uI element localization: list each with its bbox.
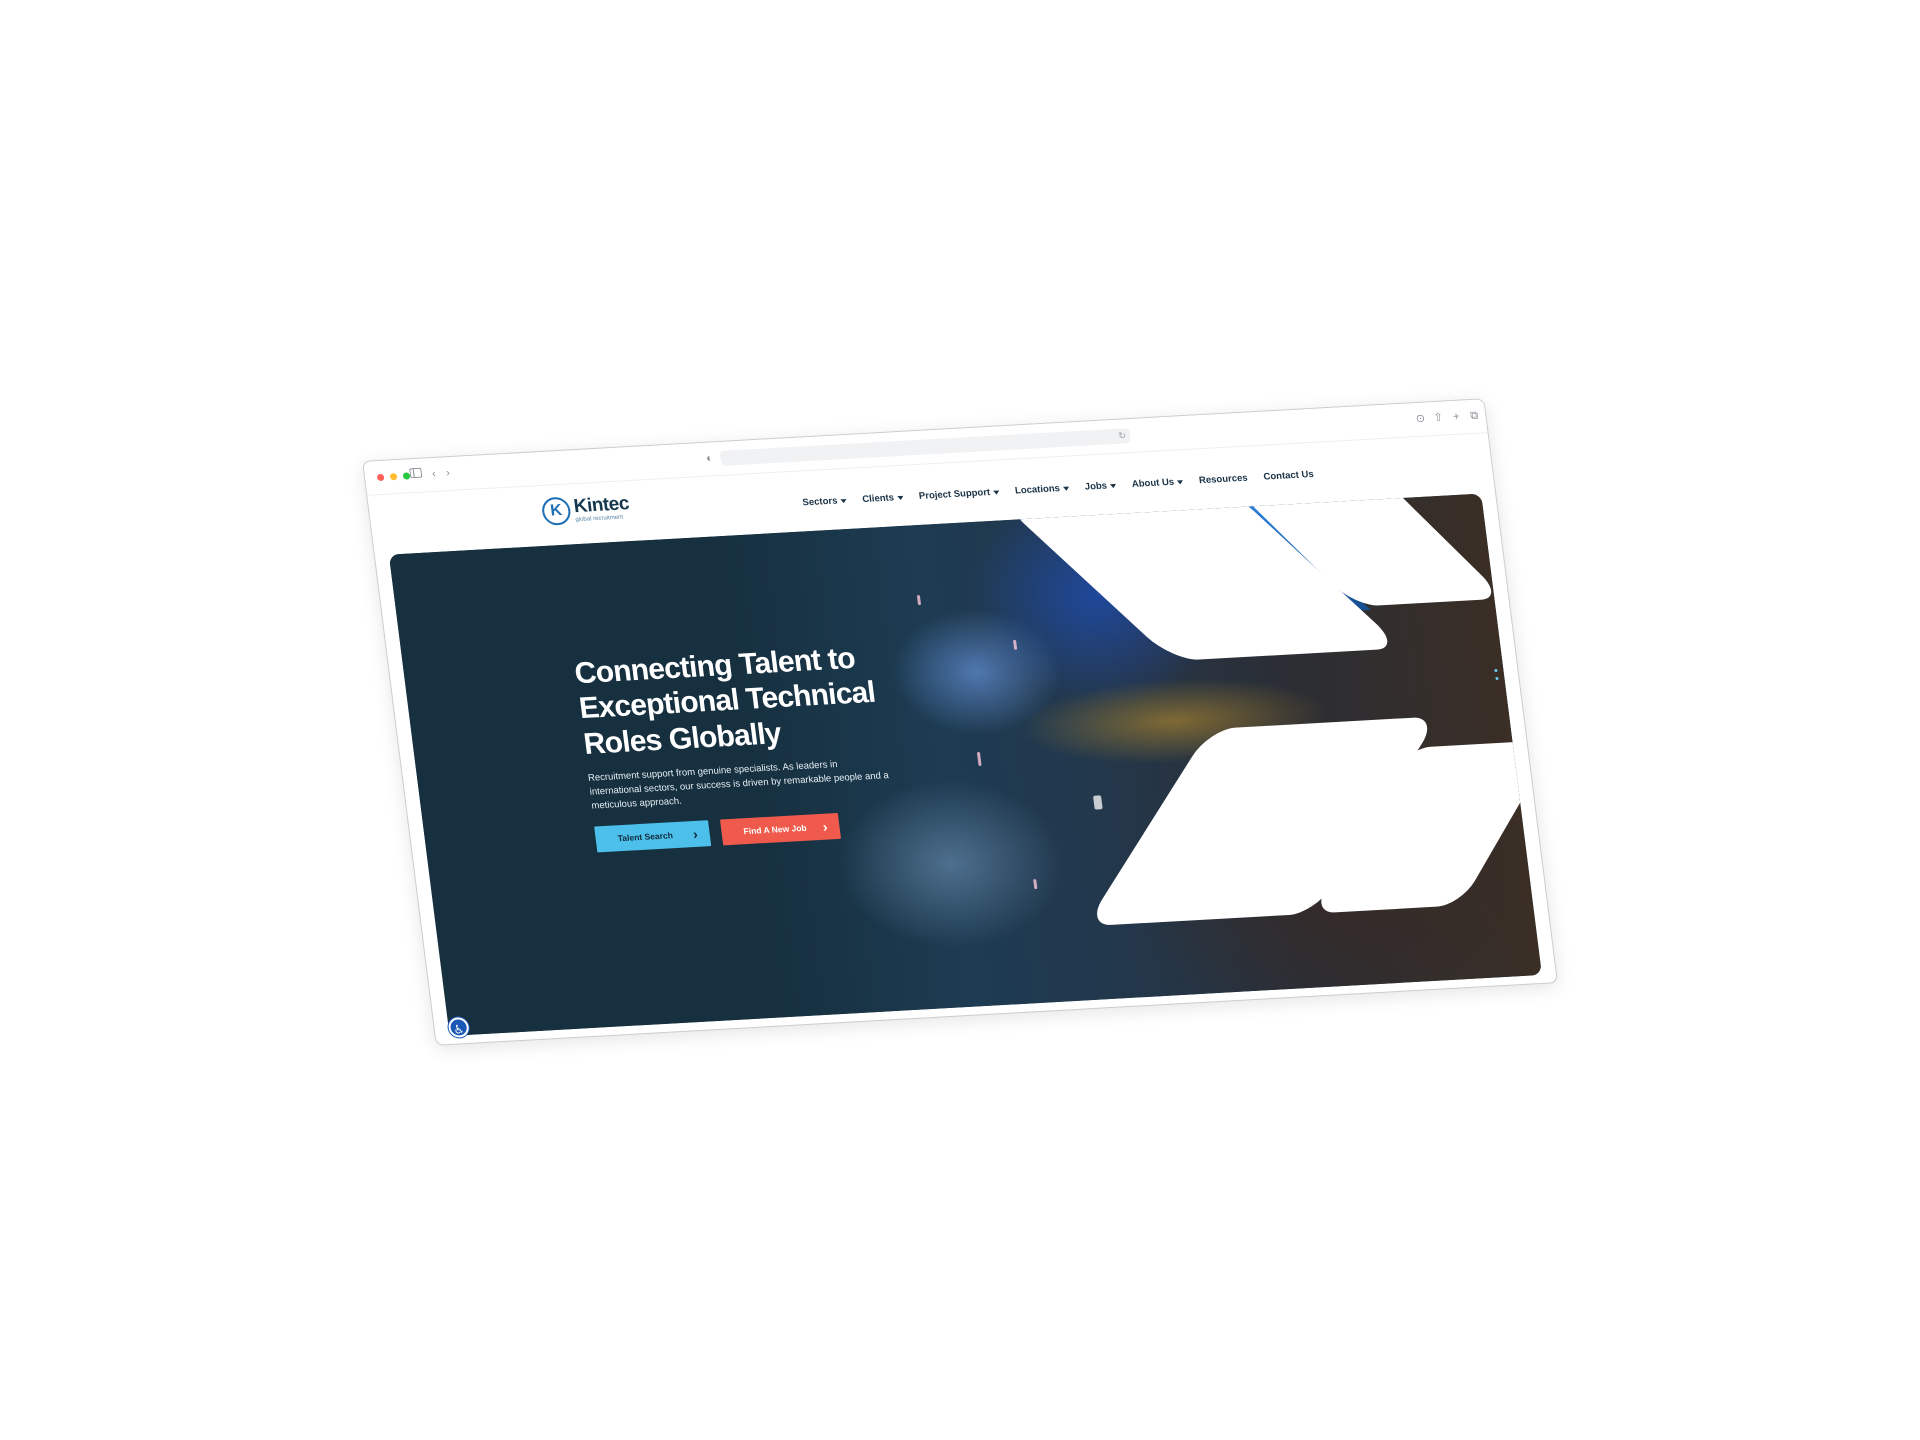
spark-decoration [916, 595, 922, 606]
sidebar-icon[interactable] [408, 467, 424, 483]
browser-window: ‹ › ◐ ↻ ⊙ ⇧ + ⧉ K Kintec global recruitm… [361, 398, 1559, 1046]
slider-dot[interactable] [1494, 668, 1498, 673]
nav-label: Sectors [801, 495, 839, 509]
slider-dot[interactable] [1495, 676, 1499, 681]
new-tab-icon[interactable]: + [1448, 409, 1464, 424]
nav-item-resources[interactable]: Resources [1198, 473, 1248, 487]
kintec-logo[interactable]: K Kintec global recruitment [540, 493, 631, 526]
spark-decoration [1033, 878, 1038, 890]
screenshot-stage: ‹ › ◐ ↻ ⊙ ⇧ + ⧉ K Kintec global recruitm… [0, 0, 1920, 1440]
logo-name: Kintec [572, 493, 631, 518]
hero-content: Connecting Talent to Exceptional Technic… [573, 638, 927, 853]
nav-item-contact-us[interactable]: Contact Us [1263, 469, 1314, 483]
spark-decoration [1092, 795, 1103, 810]
nav-label: Jobs [1084, 480, 1108, 493]
download-icon[interactable]: ⊙ [1413, 411, 1429, 426]
nav-label: Locations [1014, 483, 1061, 497]
caret-down-icon [1109, 483, 1117, 488]
caret-down-icon [1062, 486, 1070, 491]
share-icon[interactable]: ⇧ [1431, 410, 1447, 425]
nav-label: Resources [1198, 472, 1249, 487]
nav-item-locations[interactable]: Locations [1014, 483, 1070, 497]
close-window-button[interactable] [376, 473, 385, 482]
shield-icon: ◐ [705, 452, 714, 465]
hero-banner: Connecting Talent to Exceptional Technic… [388, 493, 1542, 1036]
nav-item-clients[interactable]: Clients [862, 492, 904, 505]
minimize-window-button[interactable] [389, 473, 398, 481]
caret-down-icon [896, 495, 904, 500]
caret-down-icon [1176, 479, 1184, 484]
forward-icon[interactable]: › [440, 466, 456, 481]
nav-label: Contact Us [1262, 468, 1315, 483]
nav-item-about-us[interactable]: About Us [1131, 476, 1184, 490]
window-controls [376, 472, 411, 482]
nav-label: About Us [1131, 476, 1175, 490]
spark-decoration [976, 751, 982, 767]
nav-item-project-support[interactable]: Project Support [918, 486, 1000, 502]
caret-down-icon [992, 489, 1000, 495]
find-new-job-label: Find A New Job [742, 823, 808, 837]
chevron-right-icon: › [821, 819, 829, 836]
caret-down-icon [840, 498, 847, 503]
spark-decoration [1012, 639, 1018, 650]
chevron-right-icon: › [692, 826, 699, 843]
nav-item-sectors[interactable]: Sectors [802, 495, 847, 508]
hero-title: Connecting Talent to Exceptional Technic… [572, 641, 877, 761]
kintec-logo-mark-icon: K [540, 496, 573, 526]
hero-description: Recruitment support from genuine special… [587, 759, 890, 812]
nav-label: Project Support [918, 486, 991, 502]
nav-label: Clients [861, 492, 895, 506]
main-nav: Sectors Clients Project Support Location… [802, 469, 1314, 509]
nav-item-jobs[interactable]: Jobs [1084, 480, 1117, 493]
tabs-icon[interactable]: ⧉ [1466, 408, 1482, 423]
reload-icon[interactable]: ↻ [1117, 428, 1127, 443]
talent-search-label: Talent Search [617, 830, 674, 844]
